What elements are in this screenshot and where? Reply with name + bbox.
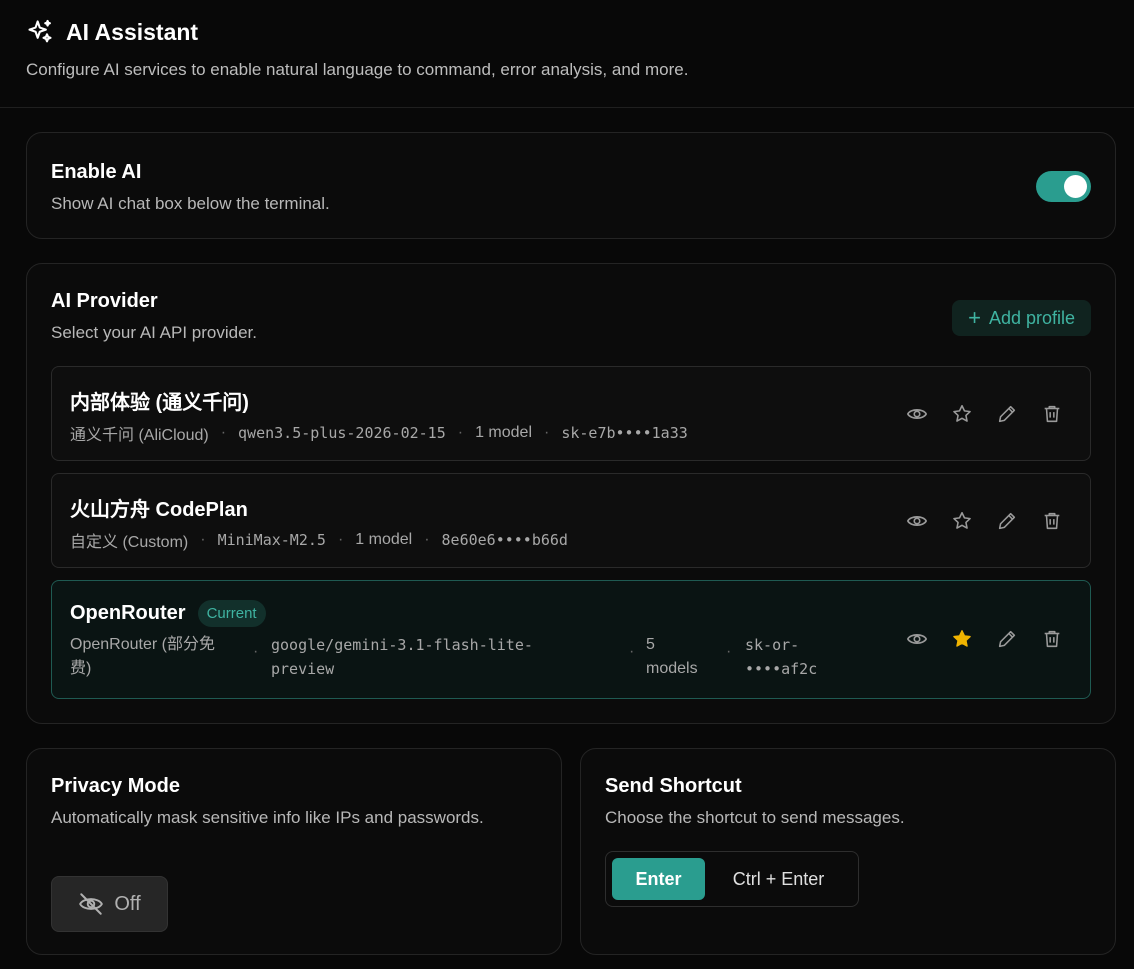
profile-key-line2: ••••af2c [745, 660, 818, 678]
profile-key: 8e60e6••••b66d [441, 531, 568, 549]
pencil-icon[interactable] [995, 627, 1019, 651]
profile-provider: 自定义 (Custom) [70, 534, 189, 551]
separator-dot: · [544, 424, 550, 441]
page-description: Configure AI services to enable natural … [26, 60, 689, 79]
profile-provider: 通义千问 (AliCloud) [70, 427, 209, 444]
profile-provider-line1: OpenRouter (部分免 [70, 636, 215, 653]
enable-ai-toggle[interactable] [1036, 171, 1091, 202]
profile-provider-line2: 费) [70, 660, 92, 677]
profile-item-current[interactable]: OpenRouter Current OpenRouter (部分免 费) · … [51, 580, 1091, 699]
profile-count-line2: models [646, 660, 698, 677]
profile-key: sk-or- ••••af2c [745, 633, 855, 681]
add-profile-label: Add profile [988, 307, 1075, 328]
profile-key-line1: sk-or- [745, 636, 800, 654]
current-badge: Current [197, 600, 266, 627]
profile-meta: 自定义 (Custom) · MiniMax-M2.5 · 1 model · … [70, 528, 568, 552]
trash-icon[interactable] [1040, 509, 1064, 533]
plus-icon: + [968, 305, 981, 330]
eye-icon[interactable] [905, 402, 929, 426]
profile-count-line1: 5 [646, 636, 655, 653]
trash-icon[interactable] [1040, 627, 1064, 651]
profile-meta: 通义千问 (AliCloud) · qwen3.5-plus-2026-02-1… [70, 421, 688, 445]
profile-model: google/gemini-3.1-flash-lite- preview [271, 633, 631, 681]
send-shortcut-card: Send Shortcut Choose the shortcut to sen… [580, 748, 1116, 955]
separator-dot: · [457, 424, 464, 441]
page-title: AI Assistant [66, 18, 199, 45]
profile-model-count: 1 model [475, 424, 532, 441]
add-profile-button[interactable]: + Add profile [952, 300, 1091, 336]
privacy-mode-description: Automatically mask sensitive info like I… [51, 808, 484, 827]
eye-icon[interactable] [905, 627, 929, 651]
send-shortcut-description: Choose the shortcut to send messages. [605, 808, 905, 827]
enable-ai-description: Show AI chat box below the terminal. [51, 194, 330, 213]
separator-dot: · [253, 643, 259, 660]
separator-dot: · [726, 643, 732, 660]
header-title-row: AI Assistant [26, 16, 1108, 48]
shortcut-option-enter[interactable]: Enter [612, 858, 705, 900]
privacy-mode-card: Privacy Mode Automatically mask sensitiv… [26, 748, 562, 955]
separator-dot: · [424, 531, 430, 548]
separator-dot: · [337, 531, 344, 548]
star-icon[interactable] [950, 509, 974, 533]
toggle-knob [1064, 175, 1087, 198]
profile-actions [884, 627, 1064, 651]
profile-name-text: OpenRouter [70, 602, 186, 624]
pencil-icon[interactable] [995, 402, 1019, 426]
send-shortcut-title: Send Shortcut [605, 775, 742, 797]
ai-provider-description: Select your AI API provider. [51, 323, 258, 342]
profile-key: sk-e7b••••1a33 [561, 424, 688, 442]
profile-model-line2: preview [271, 660, 335, 678]
privacy-mode-title: Privacy Mode [51, 775, 180, 797]
separator-dot: · [220, 424, 227, 441]
profile-name: 内部体验 (通义千问) [70, 392, 249, 414]
profile-item[interactable]: 内部体验 (通义千问) 通义千问 (AliCloud) · qwen3.5-pl… [51, 366, 1091, 461]
pencil-icon[interactable] [995, 509, 1019, 533]
profile-actions [884, 402, 1064, 426]
star-filled-icon[interactable] [950, 627, 974, 651]
privacy-button-label: Off [114, 892, 141, 915]
privacy-toggle-button[interactable]: Off [51, 876, 168, 932]
profile-name: 火山方舟 CodePlan [70, 499, 248, 521]
enable-ai-card: Enable AI Show AI chat box below the ter… [26, 132, 1116, 239]
profile-model: qwen3.5-plus-2026-02-15 [238, 424, 446, 442]
profile-name: OpenRouter Current [70, 600, 266, 627]
separator-dot: · [200, 531, 206, 548]
shortcut-segmented-control: Enter Ctrl + Enter [605, 851, 859, 907]
sparkles-icon [28, 19, 52, 43]
ai-provider-title: AI Provider [51, 290, 158, 312]
profile-provider: OpenRouter (部分免 费) [70, 633, 240, 681]
separator-dot: · [629, 643, 635, 660]
trash-icon[interactable] [1040, 402, 1064, 426]
page-header: AI Assistant Configure AI services to en… [0, 0, 1134, 108]
eye-icon[interactable] [905, 509, 929, 533]
profile-model-count: 5 models [646, 633, 716, 681]
profile-model: MiniMax-M2.5 [217, 531, 326, 549]
profile-model-count: 1 model [355, 531, 413, 548]
shortcut-option-ctrl-enter[interactable]: Ctrl + Enter [705, 858, 852, 900]
profile-item[interactable]: 火山方舟 CodePlan 自定义 (Custom) · MiniMax-M2.… [51, 473, 1091, 568]
ai-provider-card: AI Provider Select your AI API provider.… [26, 263, 1116, 724]
eye-off-icon [79, 893, 104, 915]
star-icon[interactable] [950, 402, 974, 426]
enable-ai-title: Enable AI [51, 161, 142, 183]
profile-actions [884, 509, 1064, 533]
profile-model-line1: google/gemini-3.1-flash-lite- [271, 636, 533, 654]
